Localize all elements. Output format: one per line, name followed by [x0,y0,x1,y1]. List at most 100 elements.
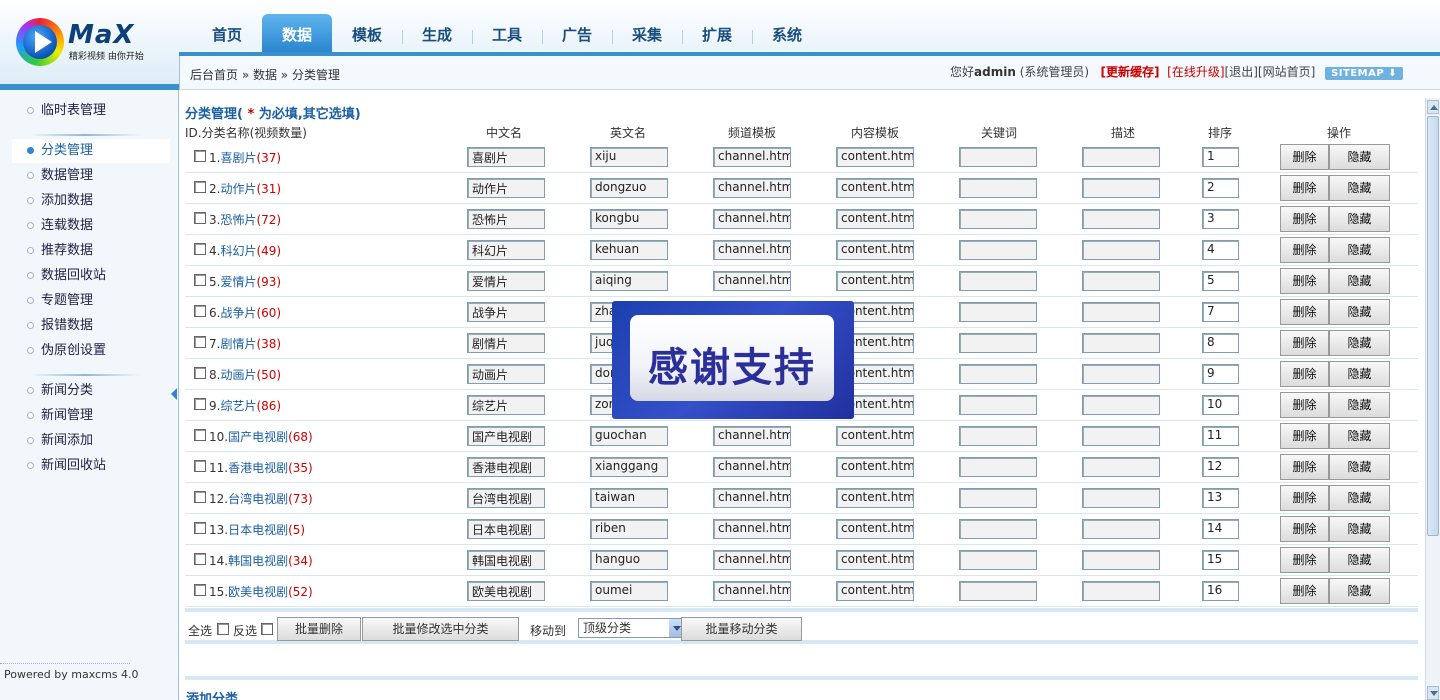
content-template-input[interactable]: content.htm [836,147,914,167]
channel-template-input[interactable]: channel.htm [713,271,791,291]
delete-button[interactable]: 删除 [1280,423,1329,449]
batch-modify-button[interactable]: 批量修改选中分类 [362,617,519,641]
row-checkbox[interactable] [194,274,206,286]
row-checkbox[interactable] [194,553,206,565]
row-checkbox[interactable] [194,150,206,162]
order-input[interactable]: 8 [1202,333,1239,353]
sidebar-item[interactable]: 数据回收站 [12,264,170,288]
channel-template-input[interactable]: channel.htm [713,209,791,229]
scroll-thumb[interactable] [1427,116,1439,536]
en-name-input[interactable]: aiqing [590,271,668,291]
logo[interactable]: MaX 精彩视频 由你开始 [16,16,186,68]
description-input[interactable] [1082,302,1160,322]
order-input[interactable]: 1 [1202,147,1239,167]
description-input[interactable] [1082,271,1160,291]
description-input[interactable] [1082,457,1160,477]
sidebar-item[interactable]: 添加数据 [12,189,170,213]
delete-button[interactable]: 删除 [1280,268,1329,294]
sidebar-item[interactable]: 报错数据 [12,314,170,338]
hide-button[interactable]: 隐藏 [1329,392,1390,418]
description-input[interactable] [1082,240,1160,260]
row-checkbox[interactable] [194,429,206,441]
keywords-input[interactable] [959,271,1037,291]
order-input[interactable]: 7 [1202,302,1239,322]
hide-button[interactable]: 隐藏 [1329,299,1390,325]
sidebar-item[interactable]: 新闻添加 [12,429,170,453]
category-link[interactable]: 7.剧情片(38) [209,335,281,352]
order-input[interactable]: 11 [1202,426,1239,446]
delete-button[interactable]: 删除 [1280,516,1329,542]
cn-name-input[interactable]: 欧美电视剧 [467,581,545,601]
cn-name-input[interactable]: 剧情片 [467,333,545,353]
sidebar-item[interactable]: 临时表管理 [12,99,170,123]
channel-template-input[interactable]: channel.htm [713,519,791,539]
order-input[interactable]: 10 [1202,395,1239,415]
hide-button[interactable]: 隐藏 [1329,268,1390,294]
content-template-input[interactable]: content.htm [836,550,914,570]
cn-name-input[interactable]: 战争片 [467,302,545,322]
sidebar-item[interactable]: 专题管理 [12,289,170,313]
content-template-input[interactable]: content.htm [836,271,914,291]
description-input[interactable] [1082,581,1160,601]
delete-button[interactable]: 删除 [1280,547,1329,573]
channel-template-input[interactable]: channel.htm [713,581,791,601]
keywords-input[interactable] [959,209,1037,229]
en-name-input[interactable]: kongbu [590,209,668,229]
delete-button[interactable]: 删除 [1280,392,1329,418]
delete-button[interactable]: 删除 [1280,578,1329,604]
hide-button[interactable]: 隐藏 [1329,578,1390,604]
sidebar-item[interactable]: 数据管理 [12,164,170,188]
category-link[interactable]: 9.综艺片(86) [209,397,281,414]
description-input[interactable] [1082,209,1160,229]
cn-name-input[interactable]: 动作片 [467,178,545,198]
hide-button[interactable]: 隐藏 [1329,144,1390,170]
sidebar-item[interactable]: 新闻分类 [12,379,170,403]
row-checkbox[interactable] [194,367,206,379]
keywords-input[interactable] [959,457,1037,477]
description-input[interactable] [1082,426,1160,446]
channel-template-input[interactable]: channel.htm [713,147,791,167]
order-input[interactable]: 4 [1202,240,1239,260]
description-input[interactable] [1082,550,1160,570]
keywords-input[interactable] [959,147,1037,167]
nav-item-5[interactable]: 广告 [542,14,612,52]
row-checkbox[interactable] [194,212,206,224]
cn-name-input[interactable]: 综艺片 [467,395,545,415]
nav-item-3[interactable]: 生成 [402,14,472,52]
cn-name-input[interactable]: 喜剧片 [467,147,545,167]
order-input[interactable]: 16 [1202,581,1239,601]
category-link[interactable]: 11.香港电视剧(35) [209,459,313,476]
content-template-input[interactable]: content.htm [836,209,914,229]
cn-name-input[interactable]: 台湾电视剧 [467,488,545,508]
cn-name-input[interactable]: 国产电视剧 [467,426,545,446]
row-checkbox[interactable] [194,243,206,255]
category-link[interactable]: 13.日本电视剧(5) [209,521,305,538]
keywords-input[interactable] [959,178,1037,198]
en-name-input[interactable]: hanguo [590,550,668,570]
hide-button[interactable]: 隐藏 [1329,454,1390,480]
cn-name-input[interactable]: 香港电视剧 [467,457,545,477]
refresh-cache-link[interactable]: [更新缓存] [1101,65,1160,79]
select-all-checkbox[interactable] [217,623,229,635]
keywords-input[interactable] [959,519,1037,539]
keywords-input[interactable] [959,488,1037,508]
channel-template-input[interactable]: channel.htm [713,550,791,570]
nav-item-6[interactable]: 采集 [612,14,682,52]
move-target-select[interactable]: 顶级分类 [578,618,686,638]
hide-button[interactable]: 隐藏 [1329,330,1390,356]
sitemap-button[interactable]: SITEMAP ⬇ [1325,67,1404,80]
hide-button[interactable]: 隐藏 [1329,516,1390,542]
hide-button[interactable]: 隐藏 [1329,547,1390,573]
row-checkbox[interactable] [194,398,206,410]
vertical-scrollbar[interactable] [1425,98,1440,700]
keywords-input[interactable] [959,581,1037,601]
row-checkbox[interactable] [194,305,206,317]
order-input[interactable]: 12 [1202,457,1239,477]
en-name-input[interactable]: riben [590,519,668,539]
sidebar-item[interactable]: 新闻回收站 [12,454,170,478]
channel-template-input[interactable]: channel.htm [713,178,791,198]
en-name-input[interactable]: xianggang [590,457,668,477]
row-checkbox[interactable] [194,584,206,596]
cn-name-input[interactable]: 爱情片 [467,271,545,291]
sidebar-item[interactable]: 连载数据 [12,214,170,238]
